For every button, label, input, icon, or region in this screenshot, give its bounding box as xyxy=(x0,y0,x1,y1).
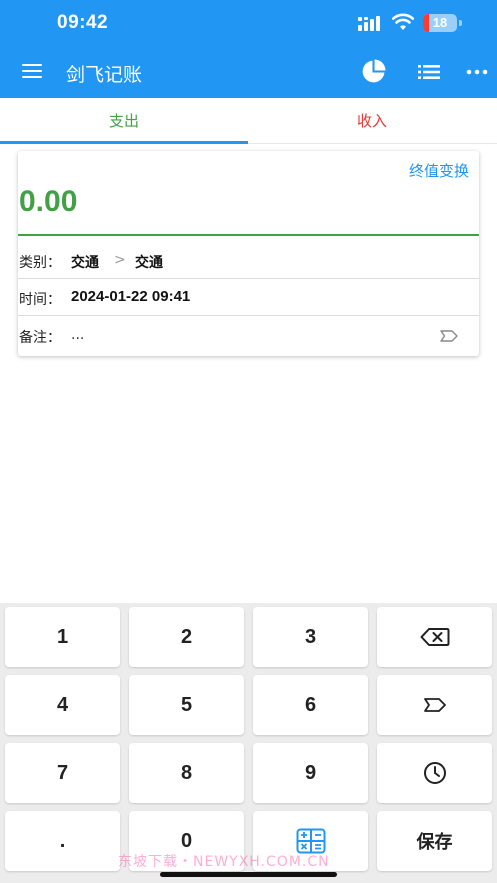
note-row[interactable]: 备注： ... xyxy=(18,318,479,354)
note-input[interactable]: ... xyxy=(71,327,84,343)
key-9[interactable]: 9 xyxy=(253,743,368,803)
status-bar: 09:42 18 xyxy=(0,0,497,46)
key-1[interactable]: 1 xyxy=(5,607,120,667)
list-icon[interactable] xyxy=(417,62,441,82)
note-label: 备注： xyxy=(19,330,61,346)
tag-icon[interactable] xyxy=(440,330,458,342)
app-title: 剑飞记账 xyxy=(66,64,143,86)
tag-icon xyxy=(423,698,446,712)
key-6[interactable]: 6 xyxy=(253,675,368,735)
category-label: 类别： xyxy=(19,255,61,271)
key-4[interactable]: 4 xyxy=(5,675,120,735)
keypad: 1 2 3 4 5 6 7 8 9 . 0 保存 xyxy=(0,603,497,883)
amount-underline xyxy=(18,234,479,236)
tab-indicator xyxy=(0,141,248,144)
category-parent[interactable]: 交通 xyxy=(71,252,99,272)
category-row[interactable]: 类别： 交通 > 交通 xyxy=(18,243,479,279)
battery-level: 18 xyxy=(432,15,448,30)
key-dot[interactable]: . xyxy=(5,811,120,871)
category-separator: > xyxy=(114,252,126,268)
key-3[interactable]: 3 xyxy=(253,607,368,667)
menu-icon[interactable] xyxy=(20,62,44,80)
clock-icon xyxy=(423,762,446,784)
app-bar: 09:42 18 剑飞记账 xyxy=(0,0,497,98)
key-5[interactable]: 5 xyxy=(129,675,244,735)
type-tabs: 支出 收入 xyxy=(0,98,497,144)
backspace-icon xyxy=(420,628,449,646)
pie-chart-icon[interactable] xyxy=(361,59,386,84)
key-7[interactable]: 7 xyxy=(5,743,120,803)
tab-income[interactable]: 收入 xyxy=(248,98,496,144)
amount-display[interactable]: 0.00 xyxy=(19,185,77,219)
entry-card: 终值变换 0.00 类别： 交通 > 交通 时间： 2024-01-22 09:… xyxy=(18,151,479,356)
cellular-signal-icon xyxy=(358,16,380,31)
home-indicator[interactable] xyxy=(160,872,337,877)
battery-icon: 18 xyxy=(423,14,457,32)
time-label: 时间： xyxy=(19,292,61,308)
category-child[interactable]: 交通 xyxy=(135,252,163,272)
time-row[interactable]: 时间： 2024-01-22 09:41 xyxy=(18,280,479,316)
watermark: 东坡下载・NEWYXH.COM.CN xyxy=(118,854,330,870)
backspace-key[interactable] xyxy=(377,607,492,667)
status-time: 09:42 xyxy=(57,12,109,33)
wifi-icon xyxy=(392,13,414,30)
time-value[interactable]: 2024-01-22 09:41 xyxy=(71,288,190,305)
key-8[interactable]: 8 xyxy=(129,743,244,803)
tab-expense[interactable]: 支出 xyxy=(0,98,248,144)
battery-tip xyxy=(459,20,462,26)
save-button[interactable]: 保存 xyxy=(377,811,492,871)
more-icon[interactable] xyxy=(465,64,489,80)
time-key[interactable] xyxy=(377,743,492,803)
key-2[interactable]: 2 xyxy=(129,607,244,667)
convert-link[interactable]: 终值变换 xyxy=(409,160,469,181)
tag-key[interactable] xyxy=(377,675,492,735)
